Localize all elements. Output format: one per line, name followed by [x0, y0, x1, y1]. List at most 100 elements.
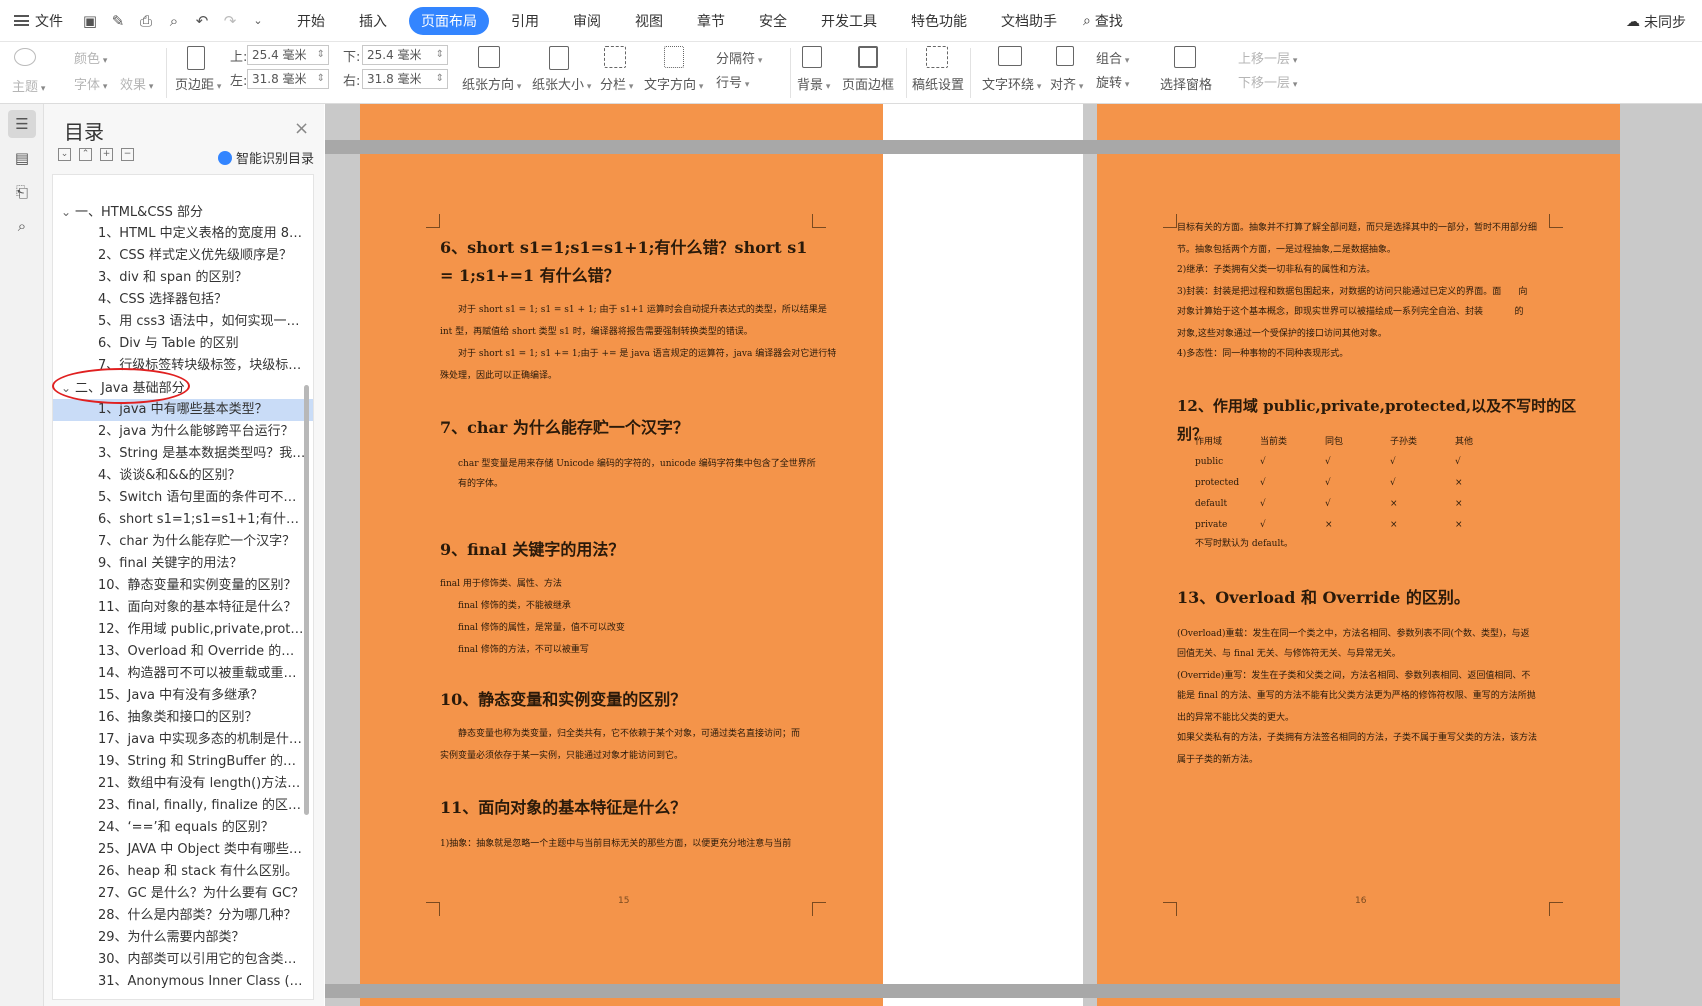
toc-item[interactable]: 31、Anonymous Inner Class (匿名内部类)是否可以继承其它… — [53, 971, 313, 993]
toc-item[interactable]: 27、GC 是什么？为什么要有 GC？ — [53, 883, 313, 905]
toc-item[interactable]: 5、Switch 语句里面的条件可不可以是 byte、long、String？ — [53, 487, 313, 509]
toc-item[interactable]: 19、String 和 StringBuffer 的区别？ — [53, 751, 313, 773]
align-button[interactable]: 对齐 — [1050, 74, 1083, 93]
toc-item[interactable]: 30、内部类可以引用它的包含类的成员吗？ — [53, 949, 313, 971]
paper-setup-icon[interactable] — [926, 46, 948, 68]
send-backward-button[interactable]: 下移一层 — [1238, 72, 1297, 91]
toc-item[interactable]: 26、heap 和 stack 有什么区别。 — [53, 861, 313, 883]
separator-button[interactable]: 分隔符 — [716, 48, 762, 67]
toc-item[interactable]: 5、用 css3 语法中，如何实现一个矩形框的圆角效果 — [53, 311, 313, 333]
expand-all-icon[interactable]: ⌃ — [79, 148, 92, 161]
theme-icon[interactable] — [14, 48, 36, 66]
font-button[interactable]: 字体 — [74, 74, 107, 93]
tab-doc-assistant[interactable]: 文档助手 — [989, 7, 1069, 35]
close-icon[interactable]: × — [294, 118, 309, 139]
toc-item[interactable]: 24、‘==’和 equals 的区别？ — [53, 817, 313, 839]
left-margin-input[interactable]: 31.8 毫米 — [247, 69, 329, 89]
text-wrap-icon[interactable] — [998, 46, 1022, 66]
tab-start[interactable]: 开始 — [285, 7, 337, 35]
toc-item[interactable]: 3、div 和 span 的区别？ — [53, 267, 313, 289]
toc-item[interactable]: 9、final 关键字的用法？ — [53, 553, 313, 575]
search-button[interactable]: ⌕ 查找 — [1083, 11, 1123, 31]
right-margin-input[interactable]: 31.8 毫米 — [362, 69, 448, 89]
format-painter-icon[interactable]: ✎ — [109, 12, 127, 30]
text-direction-button[interactable]: 文字方向 — [644, 74, 703, 93]
toc-item[interactable]: 23、final, finally, finalize 的区别？ — [53, 795, 313, 817]
toc-item[interactable]: 17、java 中实现多态的机制是什么？ — [53, 729, 313, 751]
tab-view[interactable]: 视图 — [623, 7, 675, 35]
toc-item[interactable]: 3、String 是基本数据类型吗？我可不可以写个类继承于 String？ — [53, 443, 313, 465]
bookmark-icon[interactable]: ⎗ — [8, 178, 36, 206]
bottom-margin-input[interactable]: 25.4 毫米 — [362, 45, 448, 65]
print-icon[interactable]: ⎙ — [137, 12, 155, 30]
page-border-button[interactable]: 页面边框 — [842, 74, 894, 93]
tab-features[interactable]: 特色功能 — [899, 7, 979, 35]
toc-scrollbar[interactable] — [304, 385, 309, 815]
toc-item[interactable]: 6、short s1=1;s1=s1+1;有什么错？ — [53, 509, 313, 531]
paper-size-button[interactable]: 纸张大小 — [532, 74, 591, 93]
sync-status[interactable]: ☁ 未同步 — [1626, 12, 1686, 32]
toc-item[interactable]: 29、为什么需要内部类？ — [53, 927, 313, 949]
columns-icon[interactable] — [604, 46, 626, 68]
tab-section[interactable]: 章节 — [685, 7, 737, 35]
toc-item[interactable]: 4、CSS 选择器包括？ — [53, 289, 313, 311]
toc-item[interactable]: 16、抽象类和接口的区别？ — [53, 707, 313, 729]
print-preview-icon[interactable]: ⌕ — [165, 12, 183, 30]
add-heading-icon[interactable]: + — [100, 148, 113, 161]
toc-item[interactable]: 1、HTML 中定义表格的宽度用 80px 和 80% 的区别是什么？ — [53, 223, 313, 245]
tab-insert[interactable]: 插入 — [347, 7, 399, 35]
select-pane-icon[interactable] — [1174, 46, 1196, 68]
toc-item[interactable]: 6、Div 与 Table 的区别 — [53, 333, 313, 355]
paper-size-icon[interactable] — [549, 46, 569, 70]
toc-item[interactable]: 13、Overload 和 Override 的区别。 — [53, 641, 313, 663]
text-wrap-button[interactable]: 文字环绕 — [982, 74, 1041, 93]
chapter-icon[interactable]: ▤ — [8, 144, 36, 172]
toc-item[interactable]: 15、Java 中有没有多继承？ — [53, 685, 313, 707]
margin-icon[interactable] — [187, 46, 205, 70]
tab-developer[interactable]: 开发工具 — [809, 7, 889, 35]
toc-heading[interactable]: 一、HTML&CSS 部分 — [53, 201, 313, 223]
toc-list-icon[interactable]: ☰ — [8, 110, 36, 138]
color-button[interactable]: 颜色 — [74, 48, 107, 67]
toc-item[interactable]: 28、什么是内部类？分为哪几种？ — [53, 905, 313, 927]
remove-heading-icon[interactable]: − — [121, 148, 134, 161]
toc-item[interactable]: 10、静态变量和实例变量的区别？ — [53, 575, 313, 597]
toc-item[interactable]: 7、char 为什么能存贮一个汉字？ — [53, 531, 313, 553]
effect-button[interactable]: 效果 — [120, 74, 153, 93]
toc-item[interactable]: 4、谈谈&和&&的区别？ — [53, 465, 313, 487]
toc-item[interactable]: 12、作用域 public,private,protected,以及不写时的区别… — [53, 619, 313, 641]
group-button[interactable]: 组合 — [1096, 48, 1129, 67]
toc-item[interactable]: 25、JAVA 中 Object 类中有哪些常用方法？ — [53, 839, 313, 861]
background-button[interactable]: 背景 — [797, 74, 830, 93]
toc-item[interactable]: 14、构造器可不可以被重载或重写？ — [53, 663, 313, 685]
paper-setup-button[interactable]: 稿纸设置 — [912, 74, 964, 93]
smart-toc-button[interactable]: 智能识别目录 — [218, 148, 314, 167]
text-direction-icon[interactable] — [664, 46, 684, 68]
orientation-icon[interactable] — [478, 46, 500, 68]
file-menu[interactable]: 文件 — [14, 11, 63, 31]
find-icon[interactable]: ⌕ — [8, 212, 36, 240]
background-icon[interactable] — [802, 46, 822, 68]
orientation-button[interactable]: 纸张方向 — [462, 74, 521, 93]
collapse-all-icon[interactable]: ⌄ — [58, 148, 71, 161]
tab-review[interactable]: 审阅 — [561, 7, 613, 35]
save-icon[interactable]: ▣ — [81, 12, 99, 30]
bring-forward-button[interactable]: 上移一层 — [1238, 48, 1297, 67]
undo-icon[interactable]: ↶ — [193, 12, 211, 30]
tab-security[interactable]: 安全 — [747, 7, 799, 35]
redo-icon[interactable]: ↷ — [221, 12, 239, 30]
tab-reference[interactable]: 引用 — [499, 7, 551, 35]
line-number-button[interactable]: 行号 — [716, 72, 749, 91]
select-pane-button[interactable]: 选择窗格 — [1160, 74, 1212, 93]
columns-button[interactable]: 分栏 — [600, 74, 633, 93]
toc-item[interactable]: 11、面向对象的基本特征是什么？ — [53, 597, 313, 619]
toc-item[interactable]: 2、CSS 样式定义优先级顺序是？ — [53, 245, 313, 267]
more-chevron-icon[interactable]: ⌄ — [249, 12, 267, 30]
margin-button[interactable]: 页边距 — [175, 74, 221, 93]
top-margin-input[interactable]: 25.4 毫米 — [247, 45, 329, 65]
page-border-icon[interactable] — [858, 46, 878, 68]
rotate-button[interactable]: 旋转 — [1096, 72, 1129, 91]
toc-item[interactable]: 21、数组中有没有 length()方法，String 中有没有 length(… — [53, 773, 313, 795]
tab-page-layout[interactable]: 页面布局 — [409, 6, 489, 35]
toc-item[interactable]: 2、java 为什么能够跨平台运行？ — [53, 421, 313, 443]
